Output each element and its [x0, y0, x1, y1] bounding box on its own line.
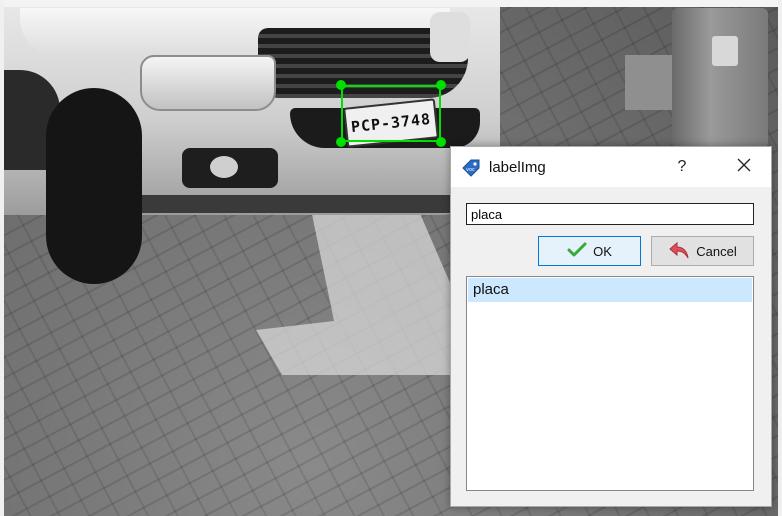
- car-headlight-right: [430, 12, 470, 62]
- left-border: [0, 0, 4, 516]
- cancel-button[interactable]: Cancel: [651, 236, 754, 266]
- checkmark-icon: [567, 242, 587, 261]
- ok-button[interactable]: OK: [538, 236, 641, 266]
- bumper-lip: [100, 195, 480, 213]
- parking-post: [672, 8, 768, 148]
- help-label: ?: [677, 158, 687, 175]
- fog-light: [210, 156, 238, 178]
- list-item[interactable]: placa: [468, 278, 752, 302]
- label-list[interactable]: placa: [466, 276, 754, 491]
- annotation-bounding-box[interactable]: [341, 85, 441, 142]
- label-input[interactable]: [466, 203, 754, 225]
- cancel-label: Cancel: [696, 243, 737, 259]
- car-headlight-left: [140, 55, 276, 111]
- bbox-handle-top-right[interactable]: [436, 80, 446, 90]
- post-sign: [712, 36, 738, 66]
- undo-arrow-icon: [668, 241, 690, 262]
- label-dialog: voc labelImg ? OK Cance: [450, 146, 772, 507]
- ok-label: OK: [593, 243, 612, 259]
- top-border: [0, 0, 782, 7]
- close-button[interactable]: [719, 147, 769, 187]
- close-icon: [737, 158, 751, 177]
- dialog-titlebar[interactable]: voc labelImg ?: [451, 147, 771, 187]
- dialog-title: labelImg: [489, 159, 546, 176]
- bbox-handle-top-left[interactable]: [336, 80, 346, 90]
- bbox-handle-bottom-left[interactable]: [336, 137, 346, 147]
- right-border: [778, 0, 782, 516]
- bbox-handle-bottom-right[interactable]: [436, 137, 446, 147]
- car-tire: [46, 88, 142, 284]
- help-button[interactable]: ?: [661, 147, 703, 187]
- svg-text:voc: voc: [466, 167, 475, 173]
- labelimg-tag-icon: voc: [461, 158, 481, 178]
